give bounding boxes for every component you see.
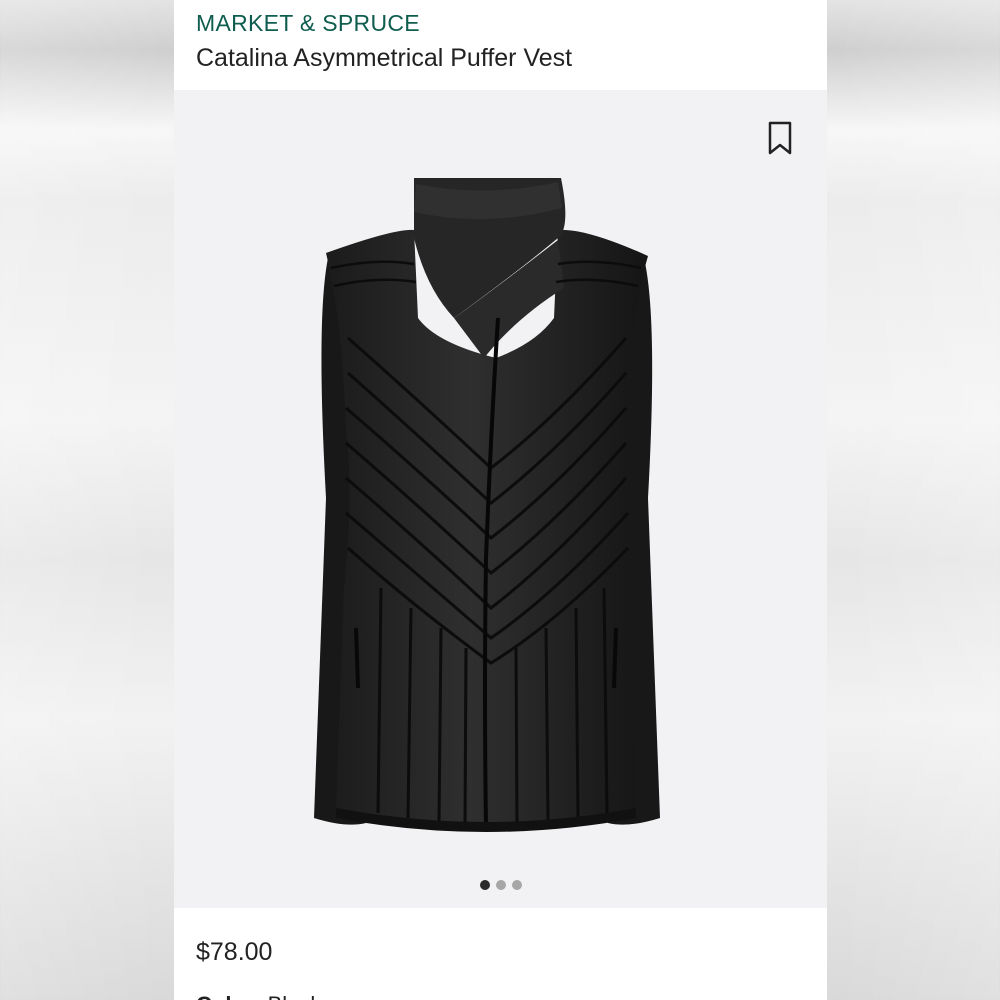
product-image <box>314 178 660 832</box>
product-price: $78.00 <box>196 938 273 966</box>
product-info: $78.00 Color Black <box>174 908 827 1000</box>
brand-name[interactable]: MARKET & SPRUCE <box>196 10 420 37</box>
blurred-background-left <box>0 0 174 1000</box>
color-label: Color <box>196 992 253 1000</box>
product-image-gallery[interactable] <box>174 90 827 908</box>
color-row: Color Black <box>196 992 321 1000</box>
color-value: Black <box>268 992 322 1000</box>
gallery-dot[interactable] <box>479 880 490 890</box>
gallery-pagination[interactable] <box>174 878 827 892</box>
product-detail-screen: MARKET & SPRUCE Catalina Asymmetrical Pu… <box>174 0 827 1000</box>
blurred-background-right <box>827 0 1000 1000</box>
gallery-dot[interactable] <box>511 880 522 890</box>
screenshot-frame: MARKET & SPRUCE Catalina Asymmetrical Pu… <box>0 0 1000 1000</box>
product-title: Catalina Asymmetrical Puffer Vest <box>196 44 573 72</box>
product-header: MARKET & SPRUCE Catalina Asymmetrical Pu… <box>174 0 827 90</box>
gallery-dot[interactable] <box>495 880 506 890</box>
bookmark-icon[interactable] <box>764 120 796 156</box>
